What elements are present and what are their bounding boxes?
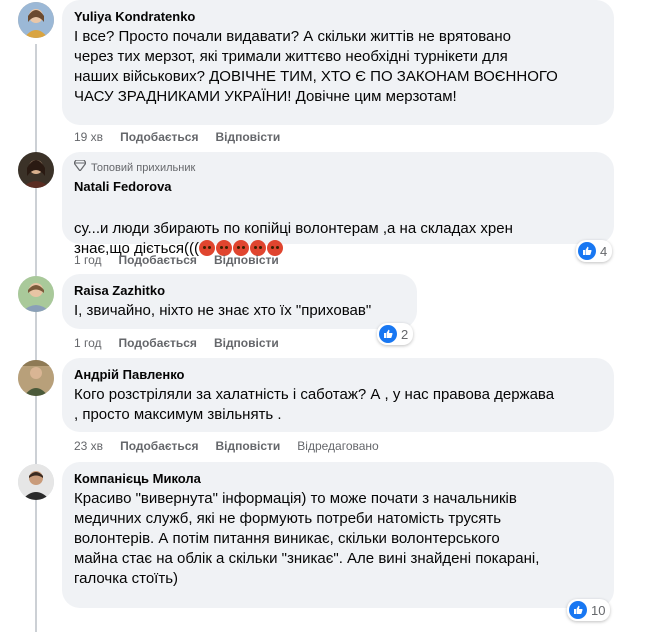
comment-time[interactable]: 19 хв: [74, 129, 103, 145]
reaction-summary[interactable]: 2: [377, 323, 414, 345]
diamond-icon: [73, 159, 87, 176]
avatar[interactable]: [18, 360, 54, 396]
avatar[interactable]: [18, 276, 54, 312]
comment-bubble: Компанієць Микола Красиво "вивернута" ін…: [62, 462, 614, 608]
reaction-summary[interactable]: 4: [576, 240, 613, 262]
avatar[interactable]: [18, 152, 54, 188]
avatar-image: [18, 152, 54, 188]
comment-author[interactable]: Raisa Zazhitko: [74, 282, 405, 299]
reply-button[interactable]: Відповісти: [214, 252, 279, 268]
comment-text: І все? Просто почали видавати? А скільки…: [74, 28, 558, 105]
comment-bubble: Raisa Zazhitko І, звичайно, ніхто не зна…: [62, 274, 417, 329]
comment-actions: 19 хв Подобається Відповісти: [74, 129, 280, 145]
top-fan-badge: Топовий прихильник: [73, 159, 602, 176]
avatar-image: [18, 2, 54, 38]
avatar-image: [18, 360, 54, 396]
comment-actions: 1 год Подобається Відповісти: [74, 335, 279, 351]
reply-button[interactable]: Відповісти: [215, 129, 280, 145]
comment-text: І, звичайно, ніхто не знає хто їх "прихо…: [74, 302, 372, 319]
reply-button[interactable]: Відповісти: [215, 438, 280, 454]
thread-line: [35, 44, 37, 632]
like-icon: [578, 242, 596, 260]
reply-button[interactable]: Відповісти: [214, 335, 279, 351]
like-icon: [379, 325, 397, 343]
badge-label: Топовий прихильник: [91, 162, 196, 174]
reaction-count: 2: [401, 326, 409, 342]
reaction-summary[interactable]: 10: [567, 599, 611, 621]
like-button[interactable]: Подобається: [120, 129, 198, 145]
like-button[interactable]: Подобається: [120, 438, 198, 454]
comment-time[interactable]: 1 год: [74, 252, 102, 268]
comment-time[interactable]: 1 год: [74, 335, 102, 351]
reaction-count: 10: [591, 602, 606, 618]
comment-actions: 23 хв Подобається Відповісти Відредагова…: [74, 438, 379, 454]
comment-bubble: Yuliya Kondratenko І все? Просто почали …: [62, 0, 614, 125]
comment-text: Кого розстріляли за халатність і саботаж…: [74, 386, 555, 423]
comment-author[interactable]: Андрій Павленко: [74, 366, 602, 383]
avatar[interactable]: [18, 464, 54, 500]
comment-actions: 1 год Подобається Відповісти: [74, 252, 279, 268]
like-button[interactable]: Подобається: [119, 252, 197, 268]
reaction-count: 4: [600, 243, 608, 259]
like-icon: [569, 601, 587, 619]
avatar-image: [18, 276, 54, 312]
comment-bubble: Андрій Павленко Кого розстріляли за хала…: [62, 358, 614, 432]
comment-author[interactable]: Yuliya Kondratenko: [74, 8, 602, 25]
comment-author[interactable]: Компанієць Микола: [74, 470, 602, 487]
avatar[interactable]: [18, 2, 54, 38]
avatar-image: [18, 464, 54, 500]
comment-time[interactable]: 23 хв: [74, 438, 103, 454]
comment-text: су...и люди збирають по копійці волонтер…: [74, 199, 602, 259]
comment-bubble: Топовий прихильник Natali Fedorova су...…: [62, 152, 614, 257]
like-button[interactable]: Подобається: [119, 335, 197, 351]
edited-label[interactable]: Відредаговано: [297, 438, 378, 454]
comment-text: Красиво "вивернута" інформація) то може …: [74, 490, 540, 587]
comment-author[interactable]: Natali Fedorova: [74, 178, 602, 195]
